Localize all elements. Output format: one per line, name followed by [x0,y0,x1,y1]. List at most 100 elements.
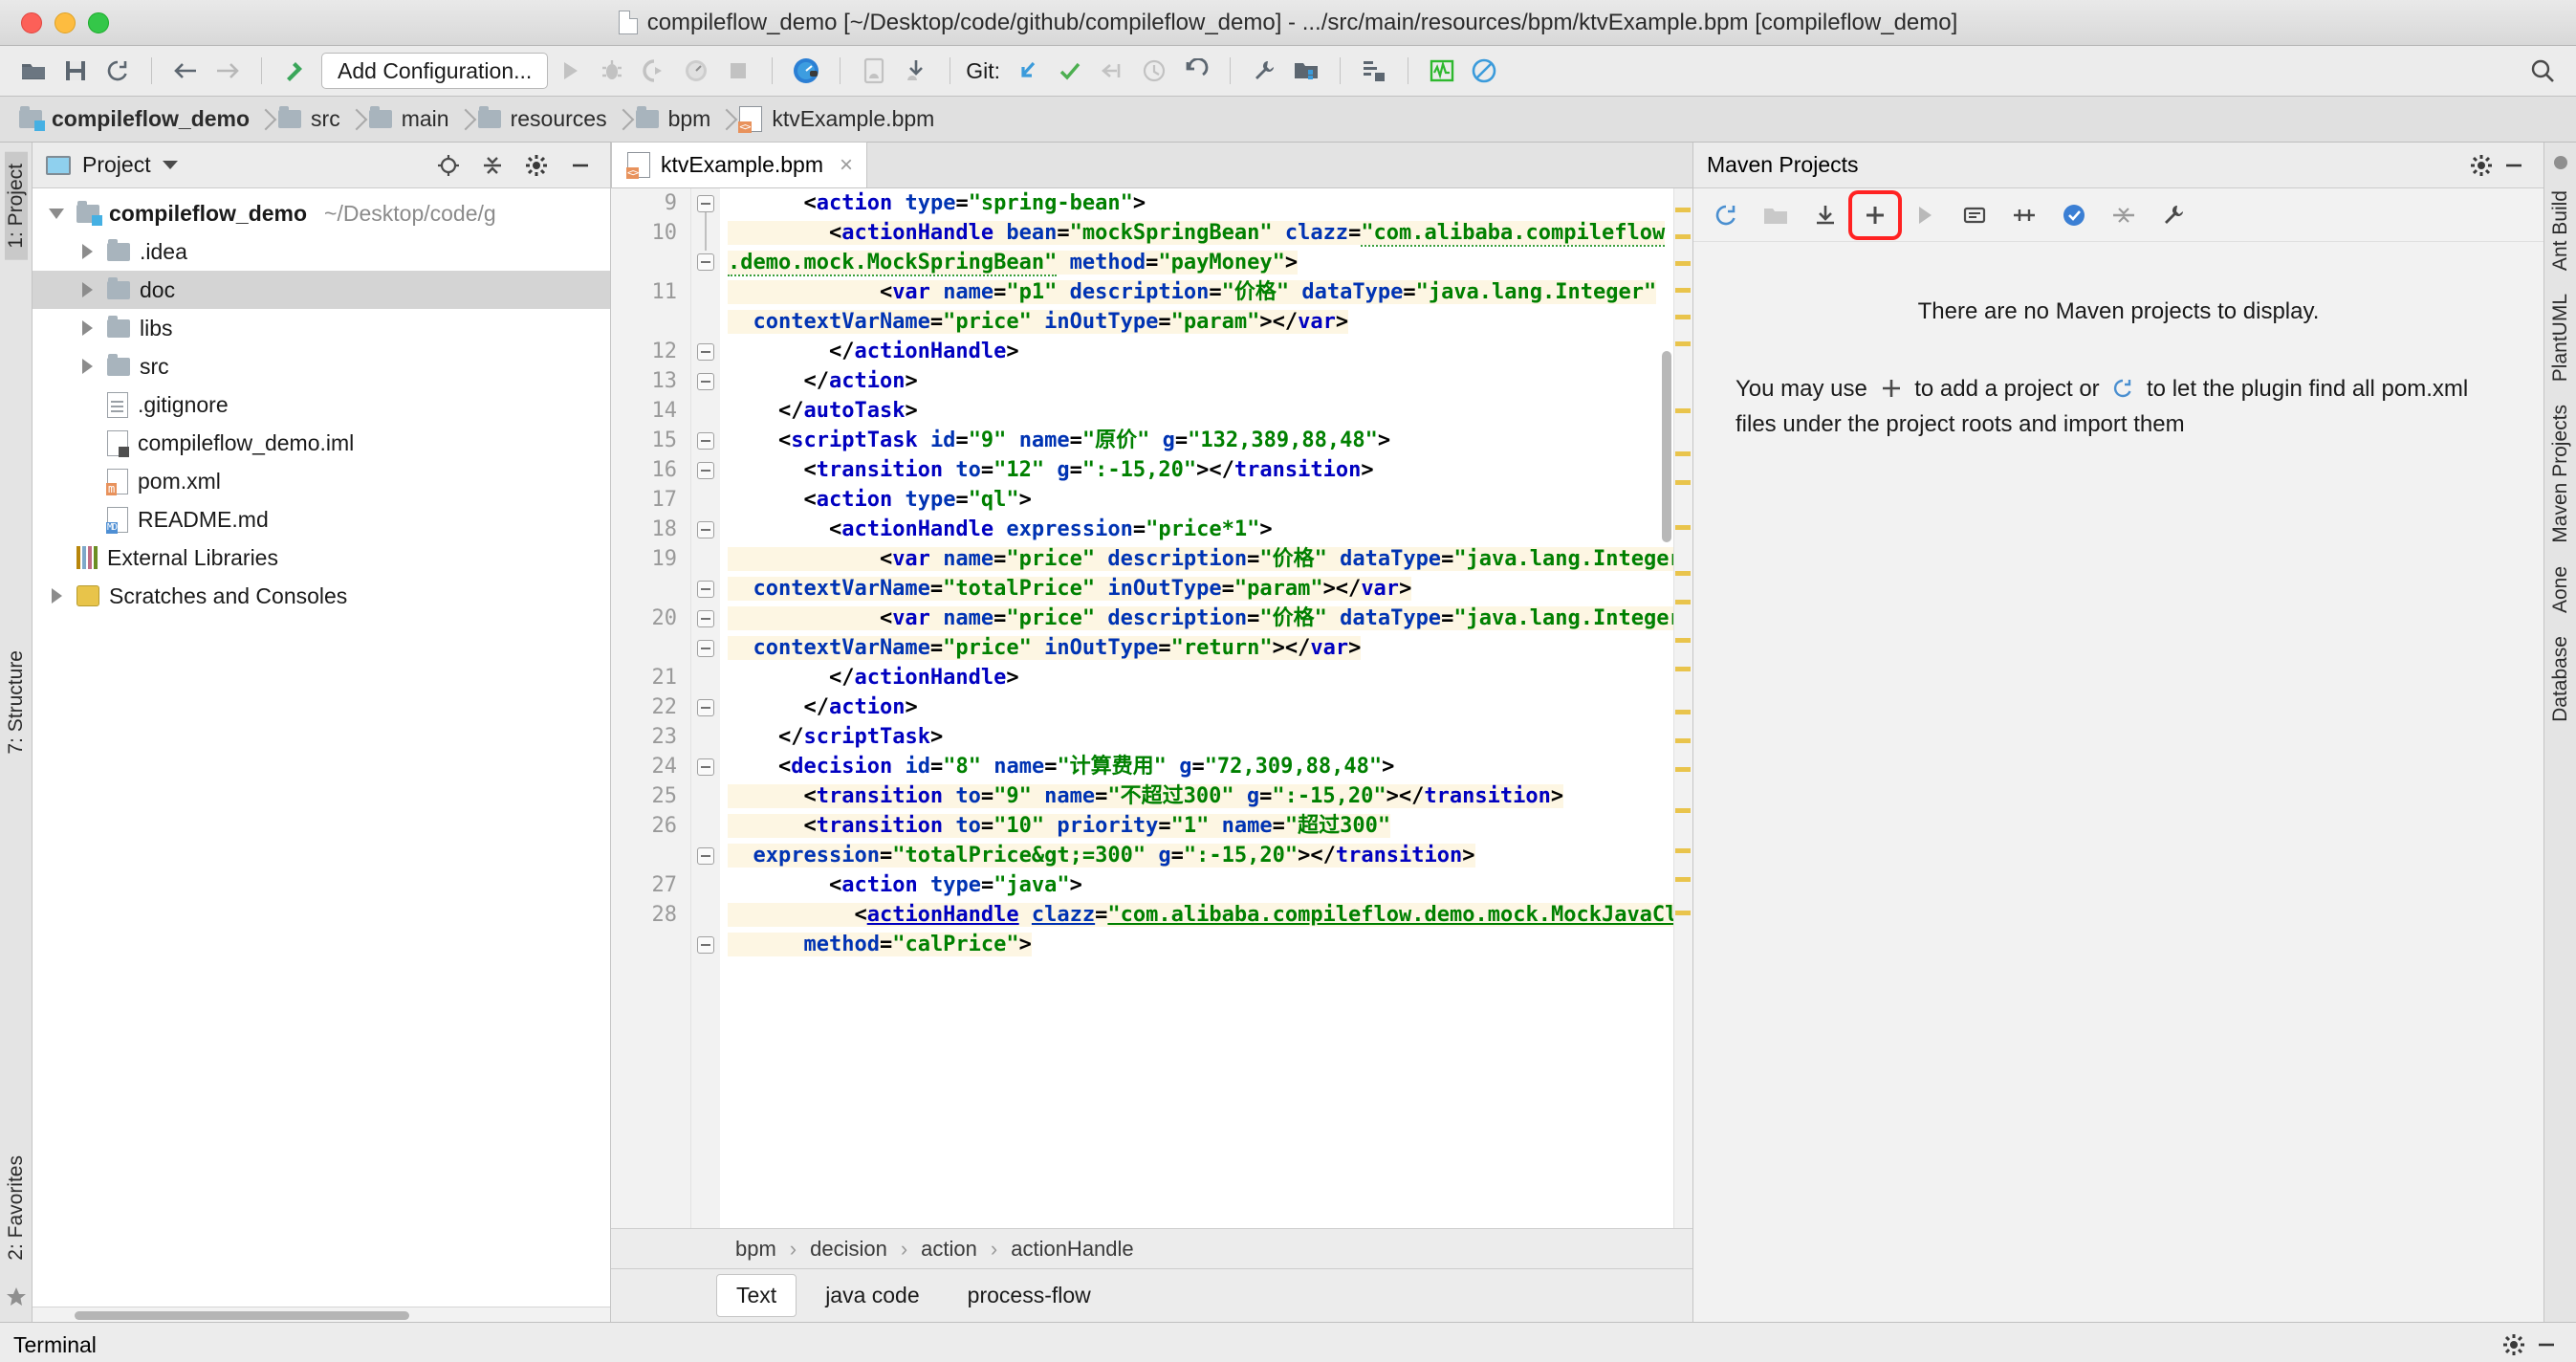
tree-row-project[interactable]: compileflow_demo ~/Desktop/code/g [33,194,610,232]
save-all-icon[interactable] [55,52,96,90]
tree-row-readme[interactable]: README.md [33,500,610,538]
editor-vertical-scrollbar-thumb[interactable] [1662,351,1671,542]
navigate-back-icon[interactable] [165,52,206,90]
device-manager-icon[interactable] [854,52,894,90]
hide-icon[interactable] [2498,149,2530,182]
reimport-icon[interactable] [1703,194,1749,236]
add-plus-icon[interactable] [1852,194,1898,236]
fold-toggle-icon[interactable] [697,195,714,212]
tree-row-doc[interactable]: doc [33,271,610,309]
tree-row-pom[interactable]: pom.xml [33,462,610,500]
code-breadcrumb-item[interactable]: action [921,1237,977,1262]
breadcrumb-item-src[interactable]: src [263,97,354,142]
fold-toggle-icon[interactable] [697,936,714,954]
sidebar-item-favorites[interactable]: 2: Favorites [5,1144,28,1272]
fold-toggle-icon[interactable] [697,462,714,479]
git-commit-icon[interactable] [1050,52,1090,90]
tree-row-src[interactable]: src [33,347,610,385]
editor-error-stripe[interactable] [1673,188,1692,1228]
hide-icon[interactable] [564,149,597,182]
fold-toggle-icon[interactable] [697,640,714,657]
sidebar-item-aone[interactable]: Aone [2549,555,2572,625]
project-horizontal-scrollbar[interactable] [33,1307,610,1322]
chevron-right-icon[interactable] [46,588,67,604]
git-update-icon[interactable] [1008,52,1048,90]
search-icon[interactable] [2522,52,2563,90]
chevron-right-icon[interactable] [76,244,98,259]
fold-toggle-icon[interactable] [697,521,714,538]
sidebar-item-ant-build[interactable]: Ant Build [2549,179,2572,282]
close-icon[interactable]: × [834,152,853,179]
download-sources-icon[interactable] [1753,194,1799,236]
tree-row-external-libraries[interactable]: External Libraries [33,538,610,577]
collapse-all-icon[interactable] [476,149,509,182]
fold-toggle-icon[interactable] [697,581,714,598]
breadcrumb-item-resources[interactable]: resources [463,97,621,142]
chevron-right-icon[interactable] [76,359,98,374]
code-breadcrumb-item[interactable]: actionHandle [1011,1237,1133,1262]
sync-refresh-icon[interactable] [98,52,138,90]
gear-icon[interactable] [520,149,553,182]
sidebar-item-structure[interactable]: 7: Structure [5,639,28,766]
code-folding-column[interactable] [691,188,720,1228]
avd-manager-icon[interactable] [786,52,826,90]
gear-icon[interactable] [2498,1329,2530,1361]
fold-toggle-icon[interactable] [697,343,714,361]
chevron-down-icon[interactable] [163,161,178,169]
breadcrumb-item-bpm[interactable]: bpm [621,97,725,142]
fold-toggle-icon[interactable] [697,699,714,716]
run-configuration-selector[interactable]: Add Configuration... [321,53,548,89]
git-rollback-icon[interactable] [1176,52,1216,90]
tree-row-iml[interactable]: compileflow_demo.iml [33,424,610,462]
run-coverage-icon[interactable] [634,52,674,90]
sidebar-item-maven-projects[interactable]: Maven Projects [2549,393,2572,555]
tab-process-flow[interactable]: process-flow [949,1275,1110,1316]
code-scroll-region[interactable]: <action type="spring-bean"> <actionHandl… [720,188,1692,1228]
fold-toggle-icon[interactable] [697,758,714,776]
tree-row-idea[interactable]: .idea [33,232,610,271]
fold-toggle-icon[interactable] [697,847,714,865]
breadcrumb-item-project[interactable]: compileflow_demo [4,97,263,142]
tab-java-code[interactable]: java code [806,1275,938,1316]
tab-text[interactable]: Text [716,1274,797,1317]
navigate-forward-icon[interactable] [207,52,248,90]
breadcrumb-item-main[interactable]: main [354,97,463,142]
sidebar-item-project[interactable]: 1: Project [5,152,28,260]
code-text[interactable]: <action type="spring-bean"> <actionHandl… [720,188,1692,959]
favorites-star-icon[interactable] [5,1285,28,1322]
execute-goal-icon[interactable] [2051,194,2097,236]
code-breadcrumb-item[interactable]: bpm [735,1237,776,1262]
fold-toggle-icon[interactable] [697,610,714,627]
download-icon[interactable] [1802,194,1848,236]
profiler-icon[interactable] [676,52,716,90]
build-hammer-icon[interactable] [275,52,316,90]
git-push-icon[interactable] [1092,52,1132,90]
tree-row-libs[interactable]: libs [33,309,610,347]
scrollbar-thumb[interactable] [75,1311,409,1320]
collapse-icon[interactable] [2101,194,2147,236]
sdk-manager-icon[interactable] [896,52,936,90]
project-structure-icon[interactable] [1286,52,1326,90]
fold-toggle-icon[interactable] [697,253,714,271]
toggle-offline-icon[interactable] [1952,194,1997,236]
editor-tab-ktvexample[interactable]: ktvExample.bpm × [611,142,867,187]
monitor-icon[interactable] [1422,52,1462,90]
layout-inspector-icon[interactable] [1354,52,1394,90]
fold-toggle-icon[interactable] [697,432,714,450]
chevron-right-icon[interactable] [76,282,98,297]
gear-icon[interactable] [2465,149,2498,182]
settings-wrench-icon[interactable] [1244,52,1284,90]
project-tree[interactable]: compileflow_demo ~/Desktop/code/g .idea … [33,188,610,1307]
sidebar-item-database[interactable]: Database [2549,625,2572,734]
tree-row-gitignore[interactable]: .gitignore [33,385,610,424]
hide-icon[interactable] [2530,1329,2563,1361]
breadcrumb-item-file[interactable]: ktvExample.bpm [724,97,948,142]
code-editor[interactable]: 9 10 11 12 13 14 15 16 17 18 19 20 21 22… [611,188,1692,1228]
code-breadcrumb-item[interactable]: decision [810,1237,887,1262]
git-history-icon[interactable] [1134,52,1174,90]
chevron-right-icon[interactable] [76,320,98,336]
stop-icon[interactable] [718,52,758,90]
chevron-down-icon[interactable] [46,209,67,219]
sidebar-item-plantuml[interactable]: PlantUML [2549,282,2572,393]
run-icon[interactable] [550,52,590,90]
